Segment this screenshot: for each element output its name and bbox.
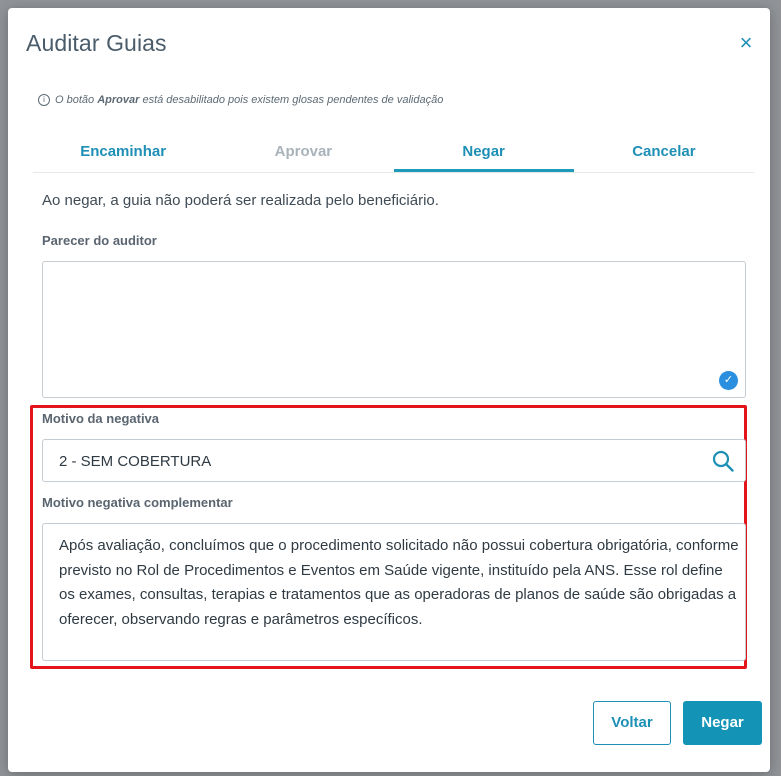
motivo-label: Motivo da negativa	[42, 411, 160, 426]
deny-intro-text: Ao negar, a guia não poderá ser realizad…	[42, 192, 439, 209]
parecer-label: Parecer do auditor	[42, 233, 157, 248]
audit-modal: Auditar Guias × i O botão Aprovar está d…	[8, 8, 770, 772]
back-button[interactable]: Voltar	[593, 701, 671, 745]
info-note: i O botão Aprovar está desabilitado pois…	[38, 94, 443, 106]
tab-negar[interactable]: Negar	[393, 136, 574, 172]
tab-cancelar[interactable]: Cancelar	[574, 136, 754, 172]
complementar-label: Motivo negativa complementar	[42, 495, 233, 510]
modal-title: Auditar Guias	[26, 30, 167, 56]
search-icon[interactable]	[711, 449, 735, 473]
tab-aprovar: Aprovar	[274, 143, 333, 160]
info-icon: i	[38, 94, 50, 106]
check-circle-icon: ✓	[719, 371, 738, 390]
close-icon[interactable]: ×	[734, 32, 758, 56]
motivo-select[interactable]: 2 - SEM COBERTURA	[42, 439, 746, 482]
motivo-value: 2 - SEM COBERTURA	[59, 453, 212, 470]
parecer-textarea[interactable]: ✓	[42, 261, 746, 398]
tab-encaminhar[interactable]: Encaminhar	[33, 136, 213, 172]
action-tabs: Encaminhar Aprovar Negar Cancelar	[33, 136, 754, 173]
complementar-textarea[interactable]: Após avaliação, concluímos que o procedi…	[42, 523, 746, 661]
complementar-value: Após avaliação, concluímos que o procedi…	[59, 537, 739, 628]
info-note-text: O botão Aprovar está desabilitado pois e…	[55, 94, 444, 106]
deny-button[interactable]: Negar	[683, 701, 762, 745]
